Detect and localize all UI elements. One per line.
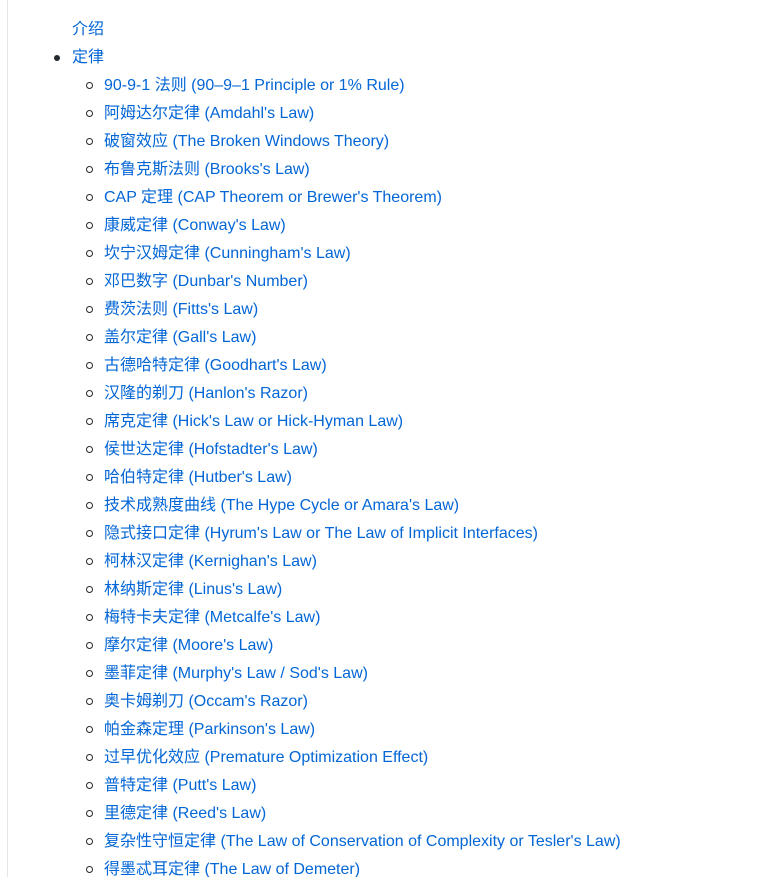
- toc-subitem: 布鲁克斯法则 (Brooks's Law): [86, 156, 621, 184]
- circle-bullet-icon: [86, 82, 93, 89]
- toc-subitem: 破窗效应 (The Broken Windows Theory): [86, 128, 621, 156]
- toc-sublink[interactable]: 里德定律 (Reed's Law): [104, 805, 266, 822]
- circle-bullet-icon: [86, 502, 93, 509]
- toc-subitem: 林纳斯定律 (Linus's Law): [86, 576, 621, 604]
- circle-bullet-icon: [86, 390, 93, 397]
- circle-bullet-icon: [86, 362, 93, 369]
- toc-link-intro[interactable]: 介绍: [72, 21, 104, 38]
- circle-bullet-icon: [86, 474, 93, 481]
- circle-bullet-icon: [86, 782, 93, 789]
- circle-bullet-icon: [86, 306, 93, 313]
- toc-sublink[interactable]: CAP 定理 (CAP Theorem or Brewer's Theorem): [104, 189, 442, 206]
- circle-bullet-icon: [86, 194, 93, 201]
- circle-bullet-icon: [86, 166, 93, 173]
- toc-sublink[interactable]: 摩尔定律 (Moore's Law): [104, 637, 273, 654]
- toc-sublink[interactable]: 破窗效应 (The Broken Windows Theory): [104, 133, 389, 150]
- circle-bullet-icon: [86, 530, 93, 537]
- toc-item-laws-row: 定律: [54, 44, 621, 72]
- toc-subitem: 古德哈特定律 (Goodhart's Law): [86, 352, 621, 380]
- laws-sublist: 90-9-1 法则 (90–9–1 Principle or 1% Rule) 阿…: [86, 72, 621, 877]
- toc-sublink[interactable]: 复杂性守恒定律 (The Law of Conservation of Comp…: [104, 833, 621, 850]
- toc-sublink[interactable]: 布鲁克斯法则 (Brooks's Law): [104, 161, 310, 178]
- toc-subitem: 康威定律 (Conway's Law): [86, 212, 621, 240]
- circle-bullet-icon: [86, 670, 93, 677]
- toc-sublink[interactable]: 技术成熟度曲线 (The Hype Cycle or Amara's Law): [104, 497, 459, 514]
- toc-sublink[interactable]: 哈伯特定律 (Hutber's Law): [104, 469, 292, 486]
- toc-sublink[interactable]: 席克定律 (Hick's Law or Hick-Hyman Law): [104, 413, 403, 430]
- toc-sublink[interactable]: 得墨忒耳定律 (The Law of Demeter): [104, 861, 360, 877]
- circle-bullet-icon: [86, 222, 93, 229]
- circle-bullet-icon: [86, 418, 93, 425]
- toc-subitem: 费茨法则 (Fitts's Law): [86, 296, 621, 324]
- toc-subitem: 柯林汉定律 (Kernighan's Law): [86, 548, 621, 576]
- toc-sublink[interactable]: 盖尔定律 (Gall's Law): [104, 329, 256, 346]
- page: 介绍 定律 90-9-1 法则 (90–9–1 Principle or 1% …: [0, 0, 775, 877]
- toc-item-intro: 介绍: [0, 16, 621, 44]
- circle-bullet-icon: [86, 614, 93, 621]
- toc-subitem: 盖尔定律 (Gall's Law): [86, 324, 621, 352]
- circle-bullet-icon: [86, 110, 93, 117]
- toc-subitem: 帕金森定理 (Parkinson's Law): [86, 716, 621, 744]
- toc-subitem: 奥卡姆剃刀 (Occam's Razor): [86, 688, 621, 716]
- toc-subitem: 里德定律 (Reed's Law): [86, 800, 621, 828]
- toc-sublink[interactable]: 梅特卡夫定律 (Metcalfe's Law): [104, 609, 320, 626]
- toc-sublink[interactable]: 阿姆达尔定律 (Amdahl's Law): [104, 105, 314, 122]
- circle-bullet-icon: [86, 866, 93, 873]
- toc-sublink[interactable]: 隐式接口定律 (Hyrum's Law or The Law of Implic…: [104, 525, 538, 542]
- circle-bullet-icon: [86, 642, 93, 649]
- toc-sublink[interactable]: 林纳斯定律 (Linus's Law): [104, 581, 282, 598]
- toc-sublink[interactable]: 古德哈特定律 (Goodhart's Law): [104, 357, 327, 374]
- toc-link-laws[interactable]: 定律: [72, 49, 104, 66]
- toc-sublink[interactable]: 费茨法则 (Fitts's Law): [104, 301, 258, 318]
- toc-subitem: 得墨忒耳定律 (The Law of Demeter): [86, 856, 621, 877]
- toc-subitem: 梅特卡夫定律 (Metcalfe's Law): [86, 604, 621, 632]
- toc-subitem: 90-9-1 法则 (90–9–1 Principle or 1% Rule): [86, 72, 621, 100]
- toc-subitem: 席克定律 (Hick's Law or Hick-Hyman Law): [86, 408, 621, 436]
- toc-subitem: 汉隆的剃刀 (Hanlon's Razor): [86, 380, 621, 408]
- circle-bullet-icon: [86, 138, 93, 145]
- circle-bullet-icon: [86, 726, 93, 733]
- toc-sublink[interactable]: 坎宁汉姆定律 (Cunningham's Law): [104, 245, 351, 262]
- toc-subitem: 阿姆达尔定律 (Amdahl's Law): [86, 100, 621, 128]
- circle-bullet-icon: [86, 446, 93, 453]
- toc-sublink[interactable]: 帕金森定理 (Parkinson's Law): [104, 721, 315, 738]
- toc-subitem: 复杂性守恒定律 (The Law of Conservation of Comp…: [86, 828, 621, 856]
- toc-subitem: 哈伯特定律 (Hutber's Law): [86, 464, 621, 492]
- circle-bullet-icon: [86, 558, 93, 565]
- toc-sublink[interactable]: 墨菲定律 (Murphy's Law / Sod's Law): [104, 665, 368, 682]
- toc-sublink[interactable]: 90-9-1 法则 (90–9–1 Principle or 1% Rule): [104, 77, 405, 94]
- toc-sublink[interactable]: 柯林汉定律 (Kernighan's Law): [104, 553, 317, 570]
- toc-sublink[interactable]: 汉隆的剃刀 (Hanlon's Razor): [104, 385, 308, 402]
- toc-subitem: 邓巴数字 (Dunbar's Number): [86, 268, 621, 296]
- toc-sublink[interactable]: 邓巴数字 (Dunbar's Number): [104, 273, 308, 290]
- toc-subitem: 坎宁汉姆定律 (Cunningham's Law): [86, 240, 621, 268]
- toc-subitem: 侯世达定律 (Hofstadter's Law): [86, 436, 621, 464]
- circle-bullet-icon: [86, 278, 93, 285]
- toc-subitem: CAP 定理 (CAP Theorem or Brewer's Theorem): [86, 184, 621, 212]
- circle-bullet-icon: [86, 250, 93, 257]
- circle-bullet-icon: [86, 754, 93, 761]
- toc-sublink[interactable]: 康威定律 (Conway's Law): [104, 217, 286, 234]
- toc-item-laws: 定律 90-9-1 法则 (90–9–1 Principle or 1% Rul…: [0, 44, 621, 877]
- circle-bullet-icon: [86, 810, 93, 817]
- circle-bullet-icon: [86, 838, 93, 845]
- disc-bullet-icon: [54, 55, 60, 61]
- toc-sublink[interactable]: 侯世达定律 (Hofstadter's Law): [104, 441, 318, 458]
- circle-bullet-icon: [86, 698, 93, 705]
- toc-subitem: 墨菲定律 (Murphy's Law / Sod's Law): [86, 660, 621, 688]
- toc-subitem: 隐式接口定律 (Hyrum's Law or The Law of Implic…: [86, 520, 621, 548]
- circle-bullet-icon: [86, 586, 93, 593]
- toc-sublink[interactable]: 过早优化效应 (Premature Optimization Effect): [104, 749, 428, 766]
- toc-subitem: 普特定律 (Putt's Law): [86, 772, 621, 800]
- toc-sublink[interactable]: 奥卡姆剃刀 (Occam's Razor): [104, 693, 308, 710]
- circle-bullet-icon: [86, 334, 93, 341]
- toc-subitem: 过早优化效应 (Premature Optimization Effect): [86, 744, 621, 772]
- toc-sublink[interactable]: 普特定律 (Putt's Law): [104, 777, 256, 794]
- toc-subitem: 摩尔定律 (Moore's Law): [86, 632, 621, 660]
- table-of-contents: 介绍 定律 90-9-1 法则 (90–9–1 Principle or 1% …: [0, 16, 621, 877]
- toc-subitem: 技术成熟度曲线 (The Hype Cycle or Amara's Law): [86, 492, 621, 520]
